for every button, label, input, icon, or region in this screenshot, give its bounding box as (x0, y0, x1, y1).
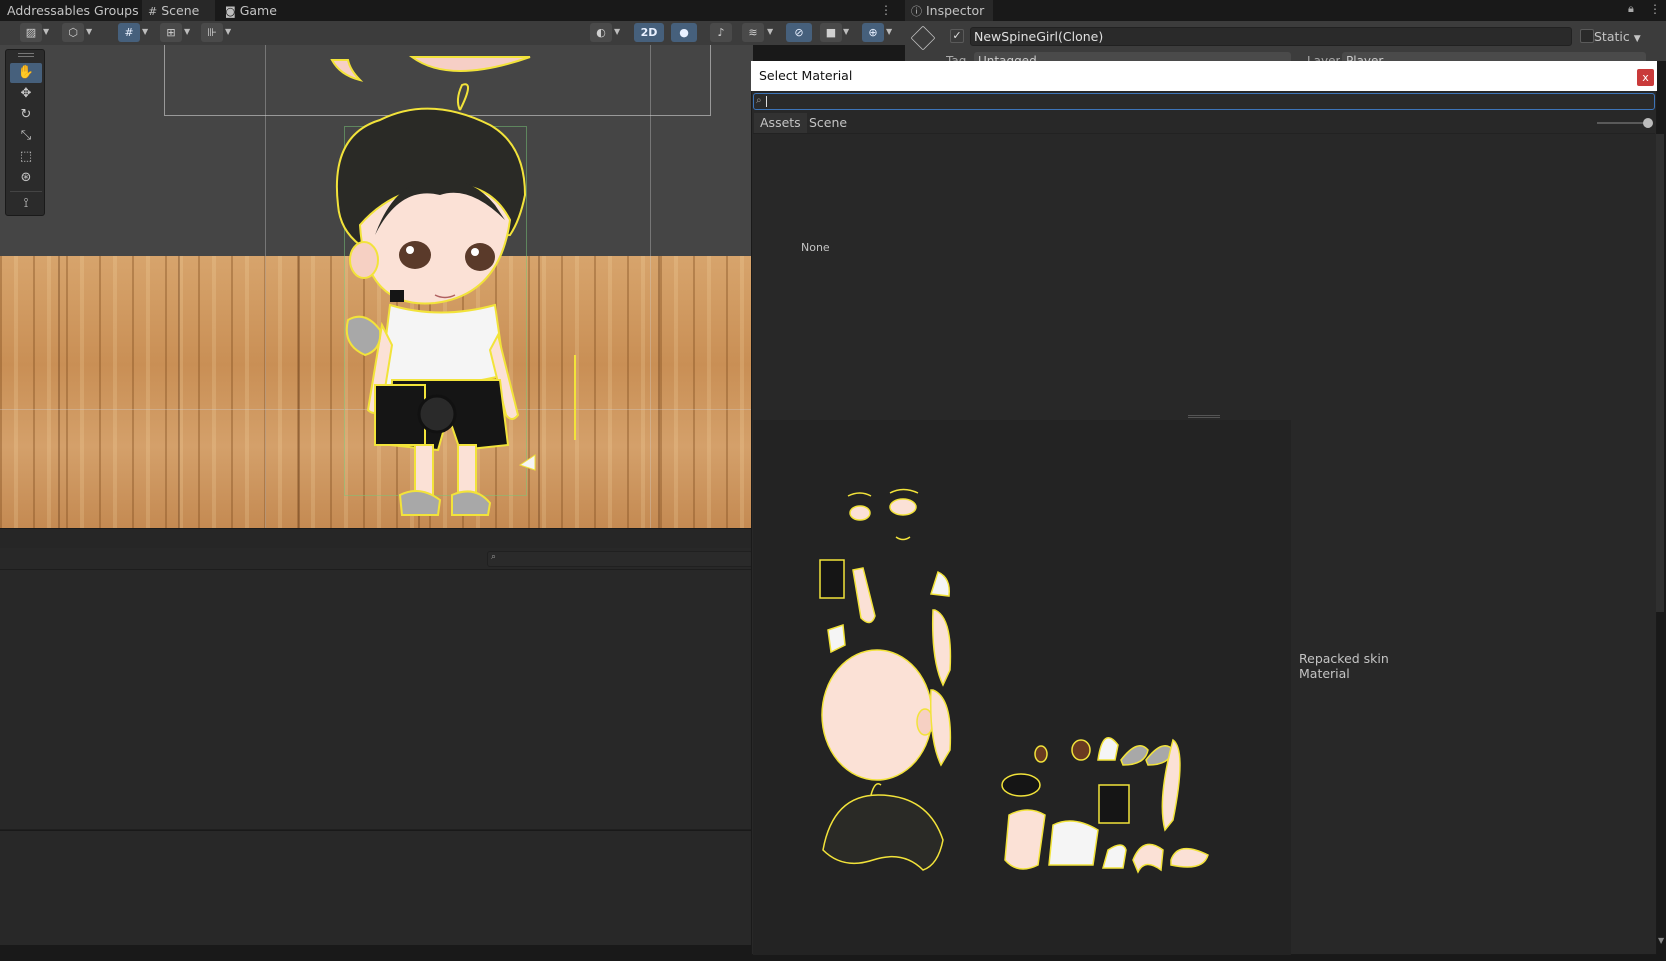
static-checkbox[interactable] (1580, 29, 1594, 43)
layer-label: Layer (1307, 54, 1341, 61)
render-cube-icon[interactable]: ⬡ (62, 23, 84, 42)
chevron-down-icon[interactable]: ▼ (886, 27, 892, 36)
grid-line (650, 45, 651, 528)
grid-snap-icon[interactable]: # (118, 23, 140, 42)
static-label-text: Static (1594, 29, 1630, 44)
tab-addressables-groups[interactable]: Addressables Groups (1, 0, 145, 21)
tab-game[interactable]: ◙ Game (219, 0, 283, 21)
grid-line (265, 45, 266, 528)
hand-tool-icon[interactable]: ✋ (10, 63, 42, 83)
chevron-down-icon[interactable]: ▼ (843, 27, 849, 36)
scale-tool-icon[interactable]: ⤡ (10, 126, 42, 146)
search-icon: ⌕ (756, 95, 762, 106)
effects-layers-icon[interactable]: ≋ (742, 23, 764, 42)
transform-tool-icon[interactable]: ⊛ (10, 168, 42, 188)
tab-label: Game (239, 3, 277, 18)
dialog-scrollbar[interactable] (1656, 134, 1664, 612)
custom-tool-icon[interactable]: ⟟ (10, 194, 42, 214)
material-search-input[interactable] (753, 93, 1655, 110)
texture-atlas-preview (819, 488, 1209, 874)
text-cursor (766, 96, 767, 107)
dialog-title-bar[interactable] (751, 61, 1657, 91)
tab-label: Addressables Groups (7, 3, 139, 18)
bottom-panel-body (0, 570, 753, 830)
tab-inspector[interactable]: ⓘ Inspector (905, 0, 993, 21)
bottom-panel-body-lower (0, 831, 753, 945)
layer-dropdown[interactable]: Player (1342, 52, 1646, 61)
tab-label: Inspector (926, 3, 985, 18)
move-tool-icon[interactable]: ✥ (10, 84, 42, 104)
chevron-down-icon[interactable]: ▼ (43, 27, 49, 36)
divider (10, 191, 42, 192)
audio-icon[interactable]: ♪ (710, 23, 732, 42)
rect-tool-icon[interactable]: ⬚ (10, 147, 42, 167)
thumbnail-size-slider[interactable] (1597, 122, 1649, 124)
tools-overlay: ✋ ✥ ↻ ⤡ ⬚ ⊛ ⟟ (5, 49, 45, 216)
preview-label: Repacked skin Material (1299, 651, 1389, 681)
chevron-down-icon[interactable]: ▼ (767, 27, 773, 36)
shading-mode-icon[interactable]: ◐ (590, 23, 612, 42)
info-icon: ⓘ (911, 5, 922, 18)
chevron-down-icon[interactable]: ▼ (142, 27, 148, 36)
increment-snap-icon[interactable]: ⊪ (201, 23, 223, 42)
none-item[interactable]: None (801, 241, 830, 254)
material-preview (753, 420, 1291, 955)
slider-knob[interactable] (1643, 118, 1653, 128)
tag-label: Tag (946, 54, 967, 61)
object-name-field[interactable]: NewSpineGirl(Clone) (970, 27, 1572, 46)
active-checkbox[interactable]: ✓ (950, 29, 964, 43)
camera-icon[interactable]: ■ (820, 23, 842, 42)
scene-viewport[interactable] (0, 45, 753, 528)
lock-icon[interactable]: 🔒︎ (1628, 2, 1634, 16)
chevron-down-icon[interactable]: ▼ (86, 27, 92, 36)
grid-visibility-icon[interactable]: ⊞ (160, 23, 182, 42)
tab-scene[interactable]: Scene (803, 113, 853, 133)
dialog-tabs (753, 112, 1655, 134)
chevron-down-icon[interactable]: ▼ (1634, 34, 1641, 44)
gamepad-icon: ◙ (225, 5, 236, 18)
lighting-icon[interactable]: ● (671, 23, 697, 42)
splitter-handle[interactable] (1188, 415, 1220, 418)
chevron-down-icon[interactable]: ▼ (614, 27, 620, 36)
gizmos-icon[interactable]: ⊕ (862, 23, 884, 42)
scroll-down-icon[interactable]: ▼ (1658, 936, 1664, 945)
chevron-down-icon[interactable]: ▼ (184, 27, 190, 36)
more-options-icon[interactable]: ⋮ (1649, 2, 1661, 16)
editor-tab-bar: Addressables Groups # Scene ◙ Game ⋮ (0, 0, 905, 21)
mode-2d-button[interactable]: 2D (634, 23, 664, 42)
tab-label: Scene (161, 3, 200, 18)
inspector-tab-bar: ⓘ Inspector 🔒︎ ⋮ (905, 0, 1666, 21)
close-button[interactable]: x (1637, 69, 1654, 86)
static-label: Static ▼ (1594, 28, 1641, 48)
bottom-search-input[interactable]: ⌕ (487, 551, 753, 567)
drag-handle[interactable] (18, 53, 34, 54)
bottom-tab-bar (0, 528, 753, 548)
chevron-down-icon[interactable]: ▼ (225, 27, 231, 36)
more-options-icon[interactable]: ⋮ (880, 3, 892, 17)
tab-assets[interactable]: Assets (754, 113, 807, 133)
hidden-objects-icon[interactable]: ⊘ (786, 23, 812, 42)
grid-hash-icon: # (148, 5, 158, 18)
tag-dropdown[interactable]: Untagged (974, 52, 1291, 61)
drag-handle[interactable] (18, 56, 34, 57)
tab-scene[interactable]: # Scene (142, 0, 215, 21)
search-icon: ⌕ (491, 552, 497, 562)
spine-character[interactable] (320, 45, 580, 528)
rotate-tool-icon[interactable]: ↻ (10, 105, 42, 125)
dialog-title: Select Material (759, 68, 853, 83)
draw-mode-icon[interactable]: ▨ (20, 23, 42, 42)
